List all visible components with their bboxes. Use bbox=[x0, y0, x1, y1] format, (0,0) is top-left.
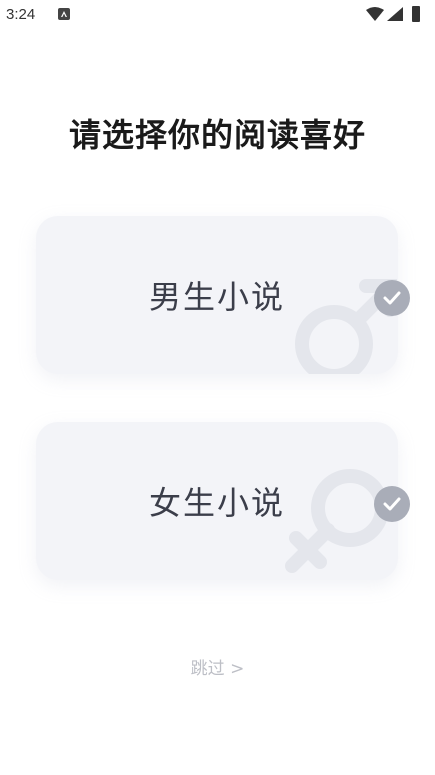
male-check-icon[interactable] bbox=[374, 280, 410, 316]
status-icons bbox=[365, 6, 435, 22]
signal-icon bbox=[387, 7, 403, 21]
female-check-icon[interactable] bbox=[374, 486, 410, 522]
battery-icon bbox=[412, 6, 420, 22]
male-novel-label: 男生小说 bbox=[148, 278, 285, 316]
notification-a-icon bbox=[58, 8, 70, 20]
screen: 3:24 请选择你的阅读喜好 男生小说 女生小说 跳过 > bbox=[0, 0, 435, 775]
status-bar: 3:24 bbox=[0, 0, 435, 30]
wifi-icon bbox=[366, 7, 384, 21]
male-novel-option[interactable]: 男生小说 bbox=[36, 216, 398, 374]
female-novel-option[interactable]: 女生小说 bbox=[36, 422, 398, 580]
page-title: 请选择你的阅读喜好 bbox=[68, 116, 366, 154]
skip-link[interactable]: 跳过 > bbox=[0, 654, 435, 679]
status-time: 3:24 bbox=[6, 6, 36, 23]
female-novel-label: 女生小说 bbox=[148, 484, 285, 522]
